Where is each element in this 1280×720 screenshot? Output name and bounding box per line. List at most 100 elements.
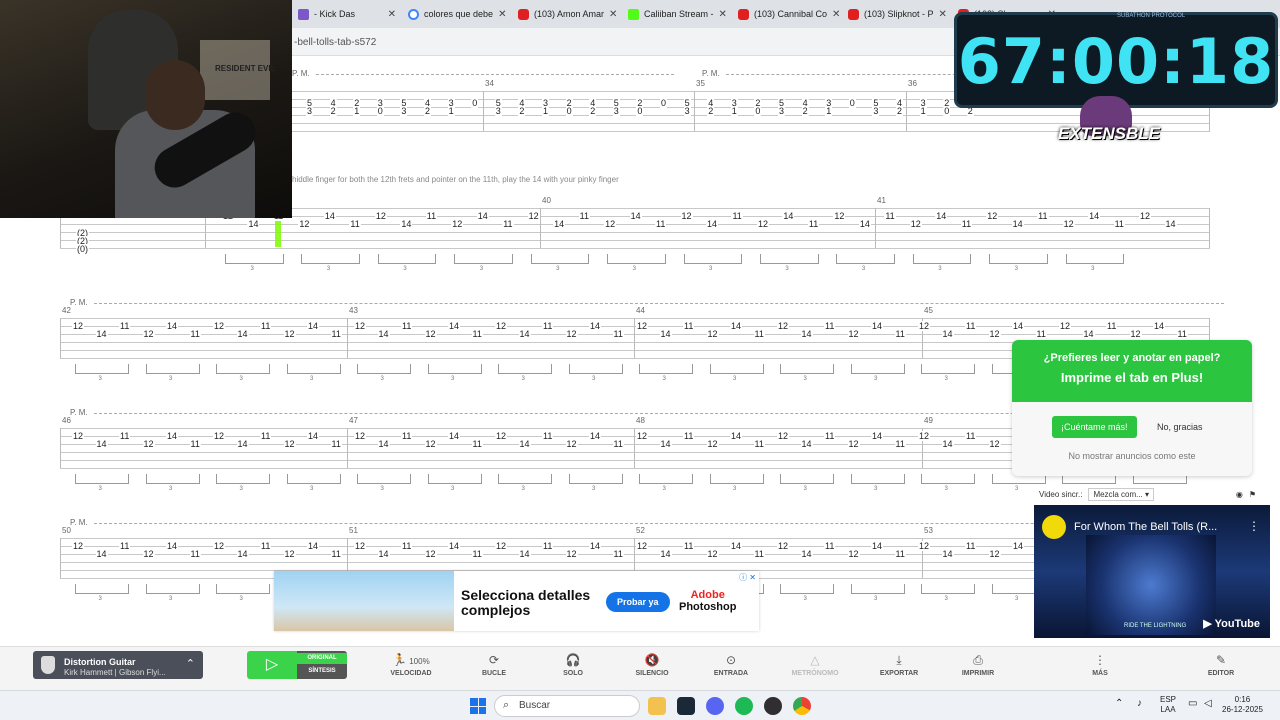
barline <box>60 428 61 468</box>
file-explorer-icon[interactable] <box>648 697 666 715</box>
steam-icon[interactable] <box>677 697 695 715</box>
close-tab-icon[interactable]: ✕ <box>609 9 617 20</box>
tab-note: 14 <box>476 211 489 221</box>
microphone-icon[interactable]: ♪ <box>1137 699 1142 709</box>
triplet-mark: 3 <box>709 266 713 272</box>
tab-note: 14 <box>448 431 461 441</box>
guitar-icon <box>41 656 55 674</box>
tab-note: 12 <box>636 541 649 551</box>
video-menu-icon[interactable]: ⋮ <box>1248 519 1260 533</box>
note-beam <box>850 474 905 484</box>
close-tab-icon[interactable]: ✕ <box>832 9 840 20</box>
toolbar-printer[interactable]: ⎙ IMPRIMIR <box>948 653 1008 677</box>
toolbar-mute[interactable]: 🔇 SILENCIO <box>622 653 682 677</box>
browser-tab[interactable]: colores que debe ✕ <box>402 3 512 25</box>
audio-mode-toggle[interactable]: ORIGINAL SÍNTESIS <box>297 651 347 679</box>
triplet-mark: 3 <box>803 376 807 382</box>
tab-note: 14 <box>659 439 672 449</box>
clock[interactable]: 0:16 26-12-2025 <box>1222 695 1263 715</box>
play-button[interactable]: ▷ <box>247 651 297 679</box>
tab-note: 2 <box>801 106 809 116</box>
tab-note: 11 <box>965 541 977 551</box>
flag-icon[interactable]: ⚑ <box>1249 490 1256 499</box>
note-beam <box>709 364 764 374</box>
tab-note: 11 <box>260 431 272 441</box>
triplet-mark: 3 <box>1015 486 1019 492</box>
tab-note: 3 <box>683 106 691 116</box>
ad-banner[interactable]: Selecciona detalles complejos Probar ya … <box>274 571 759 631</box>
tab-note: 12 <box>495 431 508 441</box>
taskbar-search[interactable]: ⌕ Buscar <box>494 695 640 717</box>
discord-icon[interactable] <box>706 697 724 715</box>
triplet-mark: 3 <box>592 486 596 492</box>
browser-tab[interactable]: (103) Slipknot - P ✕ <box>842 3 952 25</box>
close-tab-icon[interactable]: ✕ <box>719 9 727 20</box>
ad-try-button[interactable]: Probar ya <box>606 592 670 612</box>
promo-yes-button[interactable]: ¡Cuéntame más! <box>1052 416 1137 438</box>
close-tab-icon[interactable]: ✕ <box>498 9 506 20</box>
browser-tab[interactable]: (103) Amon Amar ✕ <box>512 3 622 25</box>
volume-icon[interactable]: ◉ <box>1236 490 1243 499</box>
tab-note: 14 <box>941 329 954 339</box>
track-selector[interactable]: Distortion Guitar Kirk Hammett | Gibson … <box>33 651 203 679</box>
language-indicator[interactable]: ESP LAA <box>1160 695 1176 715</box>
obs-icon[interactable] <box>764 697 782 715</box>
barline <box>634 428 635 468</box>
tab-note: 12 <box>706 549 719 559</box>
measure-number: 46 <box>62 416 71 425</box>
promo-no-button[interactable]: No, gracias <box>1157 422 1203 432</box>
mode-original[interactable]: ORIGINAL <box>297 653 347 664</box>
tab-note: 12 <box>354 431 367 441</box>
toolbar-download[interactable]: ⤓ EXPORTAR <box>869 653 929 677</box>
note-beam <box>357 364 412 374</box>
runner-icon: 🏃 100% <box>392 653 430 667</box>
network-icon[interactable]: ▭ <box>1188 699 1197 709</box>
browser-tab[interactable]: - Kick Das ✕ <box>292 3 402 25</box>
tab-note: 14 <box>659 329 672 339</box>
tab-note: 12 <box>72 541 85 551</box>
search-icon: ⌕ <box>503 699 510 711</box>
youtube-player[interactable]: For Whom The Bell Tolls (R... ⋮ RIDE THE… <box>1034 505 1270 638</box>
tab-note: 14 <box>307 321 320 331</box>
ad-headline: Selecciona detalles complejos <box>461 587 591 618</box>
note-beam <box>850 584 905 594</box>
video-sync-select[interactable]: Mezcla com... ▾ <box>1088 487 1155 501</box>
close-tab-icon[interactable]: ✕ <box>939 9 947 20</box>
video-title[interactable]: For Whom The Bell Tolls (R... <box>1074 521 1217 533</box>
tab-note: 11 <box>683 431 695 441</box>
toolbar-pencil[interactable]: ✎ EDITOR <box>1191 653 1251 677</box>
toolbar-headphones[interactable]: 🎧 SOLO <box>543 653 603 677</box>
note-beam <box>921 584 976 594</box>
browser-tab[interactable]: Caliiban Stream - ✕ <box>622 3 732 25</box>
close-tab-icon[interactable]: ✕ <box>388 9 396 20</box>
speaker-icon[interactable]: ◁ <box>1204 699 1212 709</box>
note-beam <box>145 584 200 594</box>
youtube-logo[interactable]: ▶ YouTube <box>1203 617 1260 630</box>
tray-chevron-icon[interactable]: ⌃ <box>1115 699 1123 709</box>
spotify-icon[interactable] <box>735 697 753 715</box>
tab-note: 1 <box>353 106 361 116</box>
toolbar-loop[interactable]: ⟳ BUCLE <box>464 653 524 677</box>
chrome-icon[interactable] <box>793 697 811 715</box>
tab-note: 11 <box>655 219 667 229</box>
chevron-up-icon: ⌃ <box>185 658 195 670</box>
toolbar-countin[interactable]: ⊙ ENTRADA <box>701 653 761 677</box>
tab-note: 14 <box>95 439 108 449</box>
toolbar-runner[interactable]: 🏃 100% VELOCIDAD <box>381 653 441 677</box>
tab-note: 12 <box>72 321 85 331</box>
note-beam <box>286 474 341 484</box>
toolbar-more[interactable]: ⋮ MÁS <box>1070 653 1130 677</box>
channel-avatar <box>1042 515 1066 539</box>
windows-start-icon[interactable] <box>470 698 486 714</box>
player-toolbar: Distortion Guitar Kirk Hammett | Gibson … <box>0 646 1280 690</box>
palm-mute-label: P. M. <box>292 69 310 78</box>
toolbar-label: METRÓNOMO <box>791 670 839 677</box>
tab-note: 12 <box>283 329 296 339</box>
browser-tab[interactable]: (103) Cannibal Co ✕ <box>732 3 842 25</box>
mode-synth[interactable]: SÍNTESIS <box>297 668 347 674</box>
toolbar-metronome[interactable]: △ METRÓNOMO <box>785 653 845 677</box>
track-name: Distortion Guitar <box>64 657 136 667</box>
tab-note: 11 <box>612 549 624 559</box>
ad-info-icon[interactable]: ⓘ ✕ <box>739 572 756 583</box>
hide-ads-link[interactable]: No mostrar anuncios como este <box>1012 451 1252 461</box>
